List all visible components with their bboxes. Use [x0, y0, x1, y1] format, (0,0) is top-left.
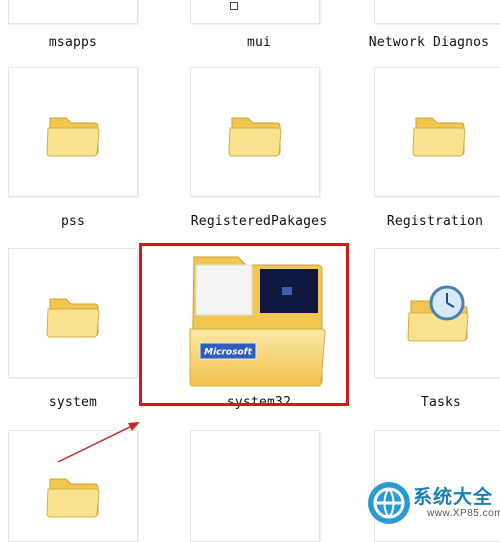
red-arrow-icon [57, 422, 140, 463]
watermark-title: 系统大全 [413, 486, 494, 508]
watermark-url: www.XP85.com [427, 508, 500, 519]
watermark-logo: 系统大全 www.XP85.com [364, 478, 500, 527]
globe-logo-icon [368, 482, 410, 524]
